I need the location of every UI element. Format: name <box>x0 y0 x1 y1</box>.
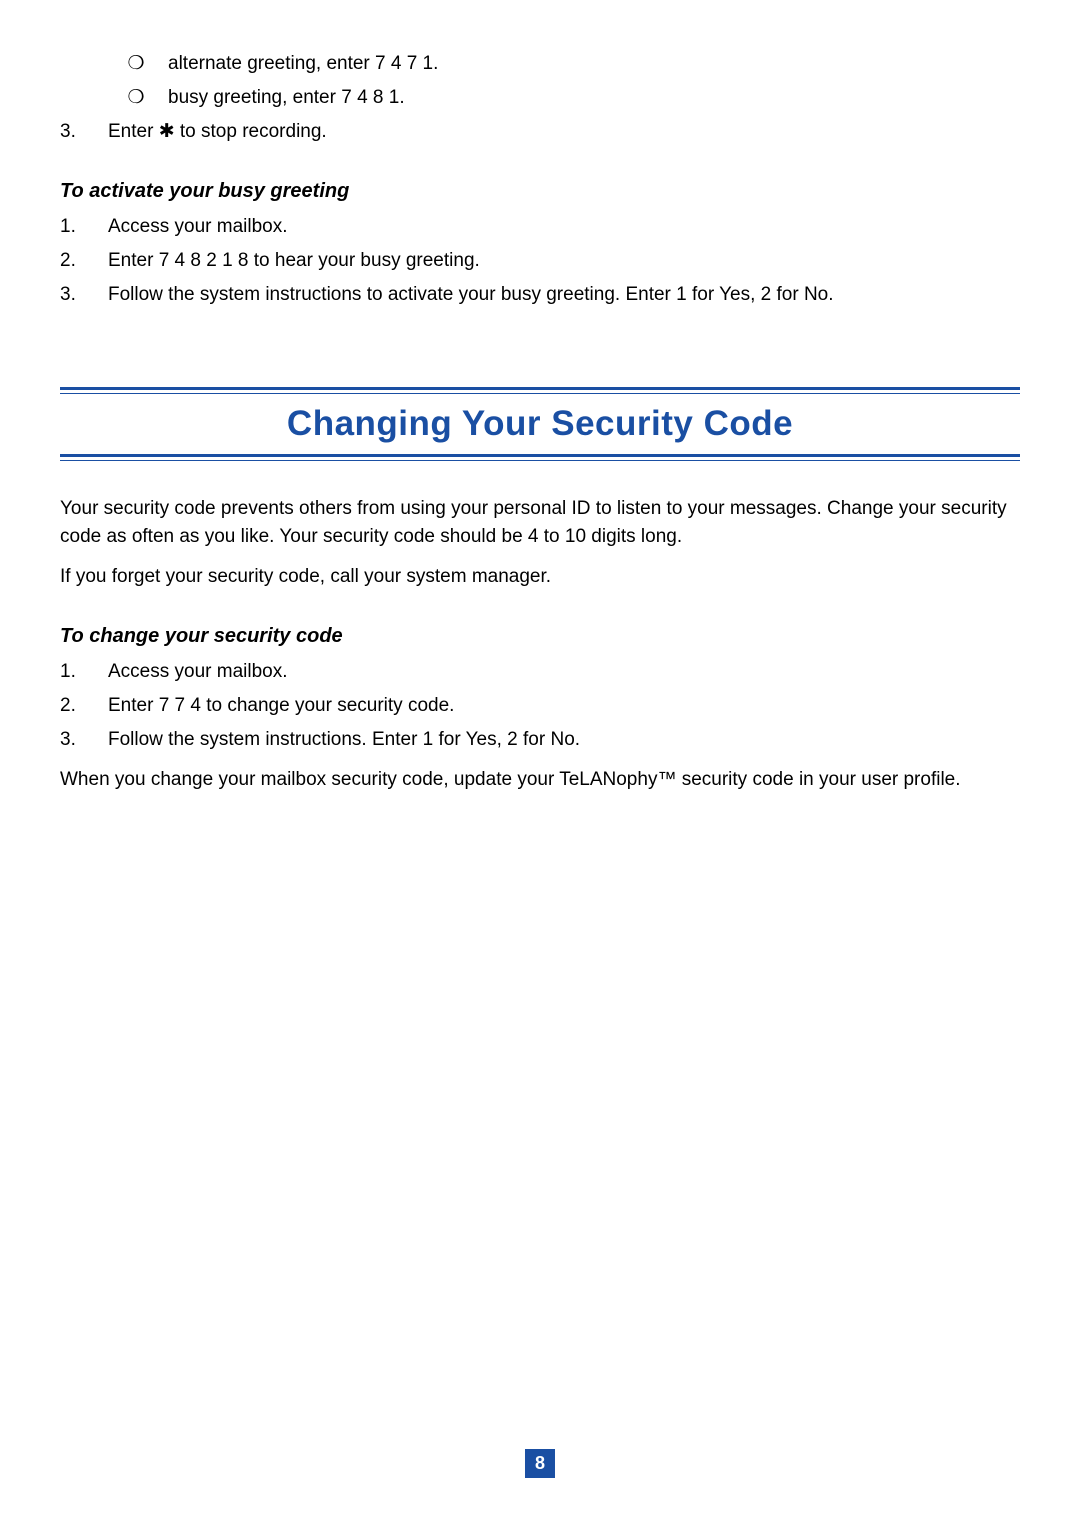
bullet-item: ❍ busy greeting, enter 7 4 8 1. <box>60 84 1020 112</box>
step-text: Access your mailbox. <box>108 213 288 241</box>
subheading-change-code: To change your security code <box>60 625 1020 648</box>
document-page: ❍ alternate greeting, enter 7 4 7 1. ❍ b… <box>0 0 1080 1528</box>
star-icon: ✱ <box>159 121 175 142</box>
step-number: 3. <box>60 118 86 146</box>
page-number-badge: 8 <box>525 1449 555 1478</box>
text-fragment: to stop recording. <box>175 121 327 142</box>
list-step: 2. Enter 7 7 4 to change your security c… <box>60 692 1020 720</box>
step-text: Follow the system instructions to activa… <box>108 281 834 309</box>
text-fragment: Enter <box>108 121 159 142</box>
step-text: Enter 7 4 8 2 1 8 to hear your busy gree… <box>108 247 480 275</box>
step-number: 1. <box>60 213 86 241</box>
step-number: 1. <box>60 658 86 686</box>
step-number: 2. <box>60 247 86 275</box>
body-paragraph: Your security code prevents others from … <box>60 495 1020 551</box>
section-title: Changing Your Security Code <box>60 394 1020 454</box>
step-text: Follow the system instructions. Enter 1 … <box>108 726 580 754</box>
list-step: 1. Access your mailbox. <box>60 658 1020 686</box>
section-rule-top <box>60 387 1020 394</box>
list-step: 2. Enter 7 4 8 2 1 8 to hear your busy g… <box>60 247 1020 275</box>
step-number: 2. <box>60 692 86 720</box>
list-step: 3. Follow the system instructions. Enter… <box>60 726 1020 754</box>
list-step: 1. Access your mailbox. <box>60 213 1020 241</box>
step-text: Enter 7 7 4 to change your security code… <box>108 692 454 720</box>
bullet-item: ❍ alternate greeting, enter 7 4 7 1. <box>60 50 1020 78</box>
step-text: Enter ✱ to stop recording. <box>108 118 327 146</box>
step-number: 3. <box>60 726 86 754</box>
section-rule-bottom <box>60 454 1020 461</box>
step-number: 3. <box>60 281 86 309</box>
step-text: Access your mailbox. <box>108 658 288 686</box>
list-step: 3. Enter ✱ to stop recording. <box>60 118 1020 146</box>
circle-bullet-icon: ❍ <box>126 84 146 112</box>
circle-bullet-icon: ❍ <box>126 50 146 78</box>
bullet-text: busy greeting, enter 7 4 8 1. <box>168 84 405 112</box>
body-paragraph: When you change your mailbox security co… <box>60 766 1020 794</box>
list-step: 3. Follow the system instructions to act… <box>60 281 1020 309</box>
bullet-text: alternate greeting, enter 7 4 7 1. <box>168 50 438 78</box>
body-paragraph: If you forget your security code, call y… <box>60 563 1020 591</box>
subheading-activate-busy: To activate your busy greeting <box>60 180 1020 203</box>
